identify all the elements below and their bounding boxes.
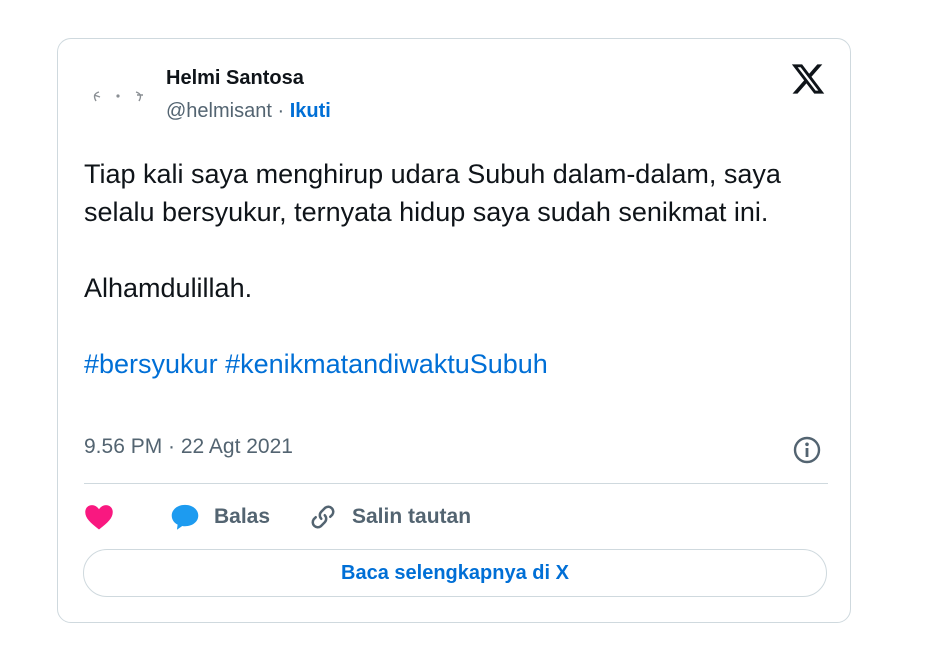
x-logo-icon[interactable] <box>790 61 826 97</box>
copy-link-button[interactable]: Salin tautan <box>308 497 471 537</box>
divider <box>84 483 828 484</box>
tweet-timestamp[interactable]: 9.56 PM · 22 Agt 2021 <box>84 435 293 459</box>
tweet-paragraph: Alhamdulillah. <box>84 273 253 303</box>
author-handle[interactable]: @helmisant <box>166 100 272 122</box>
avatar-image <box>93 91 143 102</box>
meta-separator: · <box>271 100 290 122</box>
author-name[interactable]: Helmi Santosa <box>166 67 304 90</box>
avatar[interactable] <box>82 77 154 117</box>
hashtag-link[interactable]: #bersyukur <box>84 349 218 379</box>
tweet-paragraph: Tiap kali saya menghirup udara Subuh dal… <box>84 159 781 227</box>
reply-button[interactable]: Balas <box>170 497 270 537</box>
action-bar: Balas Salin tautan <box>84 497 828 537</box>
info-icon[interactable] <box>792 435 822 465</box>
tweet-text: Tiap kali saya menghirup udara Subuh dal… <box>84 155 824 383</box>
follow-link[interactable]: Ikuti <box>290 100 331 122</box>
heart-icon <box>85 505 113 530</box>
reply-label: Balas <box>214 505 271 528</box>
like-button[interactable] <box>84 497 114 537</box>
hashtag-link[interactable]: #kenikmatandiwaktuSubuh <box>225 349 548 379</box>
author-meta: @helmisant · Ikuti <box>166 100 331 123</box>
tweet-card: Helmi Santosa @helmisant · Ikuti Tiap ka… <box>57 38 851 623</box>
copy-link-label: Salin tautan <box>352 505 472 528</box>
tweet-hashtags: #bersyukur #kenikmatandiwaktuSubuh <box>84 345 824 383</box>
read-more-button[interactable]: Baca selengkapnya di X <box>83 549 827 597</box>
speech-bubble-icon <box>171 504 199 530</box>
link-icon <box>311 505 335 529</box>
